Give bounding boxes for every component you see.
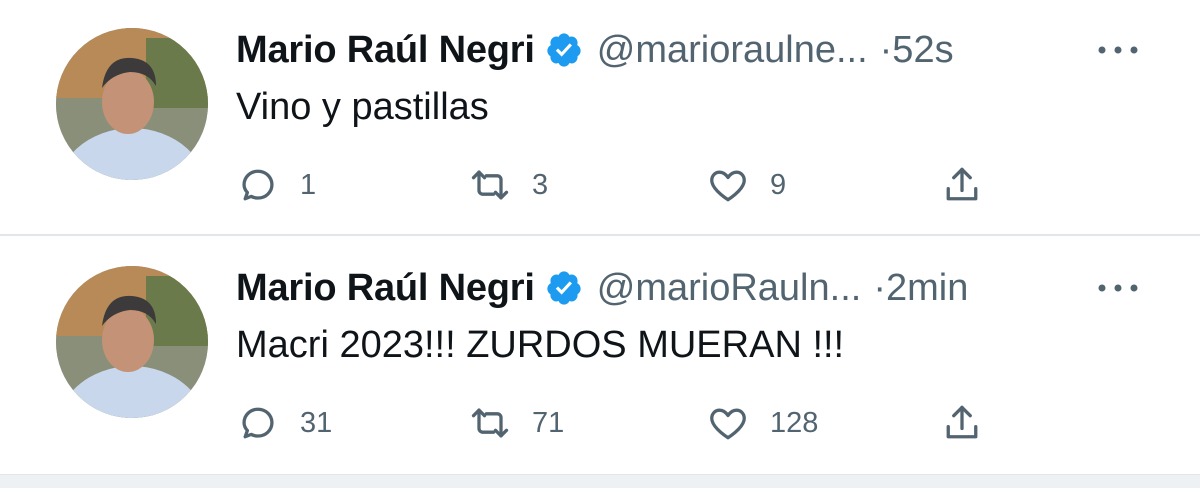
reply-count: 31 xyxy=(300,406,333,439)
more-dots-icon[interactable] xyxy=(1096,44,1140,56)
avatar[interactable] xyxy=(56,266,208,418)
reply-icon xyxy=(242,169,274,201)
tweet[interactable]: Mario Raúl Negri @marioraulne... ·52s Vi… xyxy=(0,0,1200,236)
share-button[interactable] xyxy=(940,160,984,210)
author-name[interactable]: Mario Raúl Negri xyxy=(236,267,535,310)
like-button[interactable]: 9 xyxy=(706,160,786,210)
heart-icon xyxy=(710,408,746,440)
retweet-count: 71 xyxy=(532,406,565,439)
reply-button[interactable]: 31 xyxy=(236,398,332,448)
retweet-icon xyxy=(471,408,509,438)
tweet-actions: 1 3 9 xyxy=(236,160,996,210)
tweet-divider xyxy=(0,234,1200,236)
author-handle[interactable]: @marioRauln... xyxy=(597,267,862,310)
tweet-text: Vino y pastillas xyxy=(236,86,489,128)
retweet-button[interactable]: 3 xyxy=(468,160,548,210)
share-icon xyxy=(946,405,978,439)
tweet[interactable]: Mario Raúl Negri @marioRauln... ·2min Ma… xyxy=(0,238,1200,474)
verified-badge-icon xyxy=(547,271,581,305)
retweet-button[interactable]: 71 xyxy=(468,398,564,448)
tweet-time[interactable]: ·52s xyxy=(880,29,954,72)
reply-icon xyxy=(242,407,274,439)
like-count: 128 xyxy=(770,406,819,439)
author-name[interactable]: Mario Raúl Negri xyxy=(236,29,535,72)
tweet-actions: 31 71 128 xyxy=(236,398,996,448)
like-count: 9 xyxy=(770,168,787,201)
tweet-text: Macri 2023!!! ZURDOS MUERAN !!! xyxy=(236,324,845,366)
avatar[interactable] xyxy=(56,28,208,180)
share-button[interactable] xyxy=(940,398,984,448)
heart-icon xyxy=(710,170,746,202)
reply-button[interactable]: 1 xyxy=(236,160,316,210)
like-button[interactable]: 128 xyxy=(706,398,818,448)
verified-badge-icon xyxy=(547,33,581,67)
bottom-divider xyxy=(0,474,1200,488)
retweet-icon xyxy=(471,170,509,200)
more-dots-icon[interactable] xyxy=(1096,282,1140,294)
reply-count: 1 xyxy=(300,168,317,201)
share-icon xyxy=(946,167,978,201)
author-handle[interactable]: @marioraulne... xyxy=(597,29,868,72)
retweet-count: 3 xyxy=(532,168,549,201)
tweet-time[interactable]: ·2min xyxy=(873,267,968,310)
